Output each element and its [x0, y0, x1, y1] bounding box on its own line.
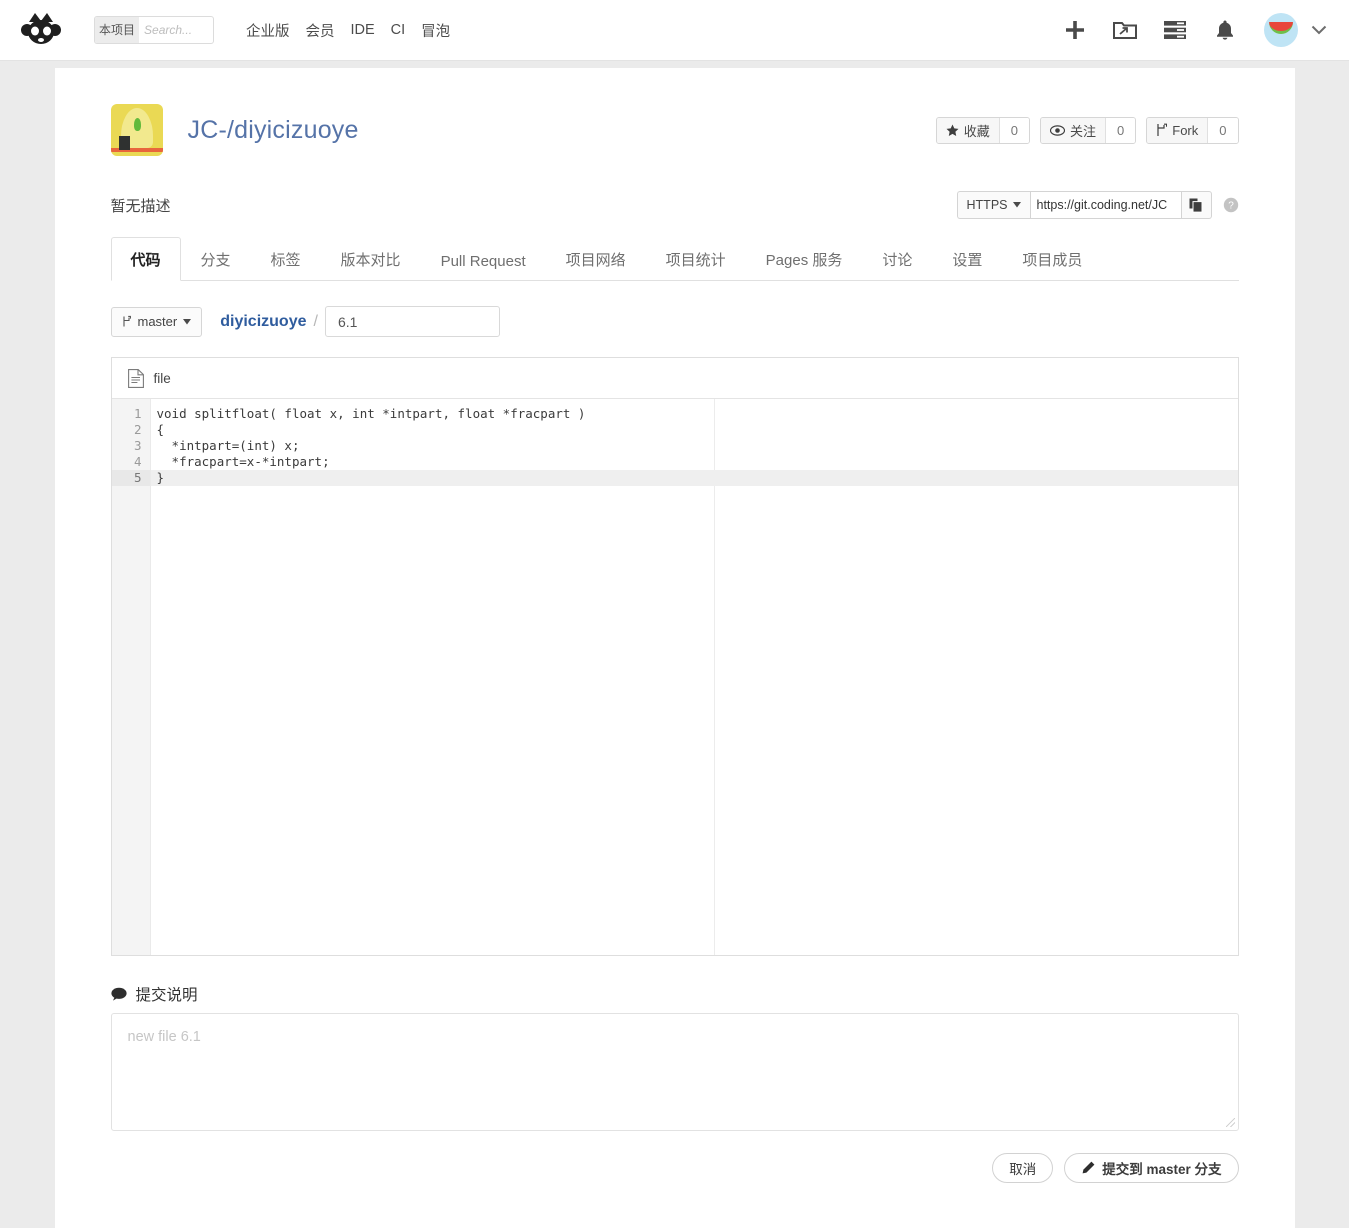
watch-label-text: 关注	[1070, 123, 1097, 139]
clone-url-input[interactable]: https://git.coding.net/JC	[1029, 191, 1182, 219]
watch-stat-label: 关注	[1041, 117, 1106, 143]
form-actions: 取消 提交到 master 分支	[111, 1153, 1239, 1213]
avatar-image	[1269, 22, 1293, 34]
line-number: 4	[133, 454, 142, 469]
pencil-icon	[1081, 1161, 1095, 1175]
tab-settings[interactable]: 设置	[932, 237, 1002, 281]
commit-message-label: 提交说明	[110, 983, 1239, 1005]
watch-stat[interactable]: 关注 0	[1040, 116, 1137, 144]
clone-widget: HTTPS https://git.coding.net/JC ?	[956, 191, 1239, 219]
line-number: 3	[133, 438, 142, 453]
tab-compare[interactable]: 版本对比	[321, 237, 421, 281]
project-header: JC-/diyicizuoye 收藏 0 关注 0 Fork 0	[110, 68, 1239, 156]
textarea-resize-handle[interactable]	[1225, 1118, 1235, 1127]
chevron-down-icon[interactable]	[1311, 24, 1327, 36]
breadcrumb-separator: /	[313, 312, 318, 330]
editor-tab-label[interactable]: file	[154, 371, 171, 386]
fork-label-text: Fork	[1172, 122, 1199, 138]
search-scope-badge: 本项目	[95, 17, 140, 43]
code-area[interactable]: 1 2 3 4 5 void splitfloat( float x, int …	[111, 399, 1238, 955]
file-document-icon	[127, 368, 144, 388]
commit-message-placeholder: new file 6.1	[127, 1029, 201, 1045]
code-line: *fracpart=x-*intpart;	[156, 454, 330, 469]
watch-count: 0	[1105, 117, 1136, 143]
clone-protocol-select[interactable]: HTTPS	[956, 191, 1030, 219]
tab-branches[interactable]: 分支	[181, 237, 251, 281]
eye-icon	[1050, 124, 1066, 136]
tab-network[interactable]: 项目网络	[546, 237, 646, 281]
task-list-icon[interactable]	[1156, 11, 1194, 49]
code-line: }	[150, 470, 1238, 486]
line-number-gutter: 1 2 3 4 5	[111, 399, 151, 955]
user-avatar-watermelon[interactable]	[1264, 13, 1298, 47]
page-title[interactable]: JC-/diyicizuoye	[188, 116, 359, 145]
fork-count: 0	[1207, 117, 1238, 143]
project-avatar[interactable]	[110, 104, 163, 156]
chevron-down-icon	[183, 318, 192, 325]
line-number: 1	[133, 406, 142, 421]
code-line: void splitfloat( float x, int *intpart, …	[156, 406, 586, 421]
star-stat-label: 收藏	[936, 117, 999, 143]
top-navbar: 本项目 Search... 企业版 会员 IDE CI 冒泡	[0, 0, 1349, 61]
project-stats: 收藏 0 关注 0 Fork 0	[926, 116, 1239, 144]
branch-selector[interactable]: master	[110, 306, 203, 337]
breadcrumb: master diyicizuoye / 6.1	[110, 306, 1239, 337]
project-folder-icon[interactable]	[1106, 11, 1144, 49]
star-icon	[946, 124, 959, 137]
star-count: 0	[998, 117, 1030, 143]
search-placeholder: Search...	[144, 23, 193, 37]
line-number: 2	[133, 422, 142, 437]
coding-mascot-logo[interactable]	[18, 10, 64, 50]
nav-ide[interactable]: IDE	[343, 22, 383, 38]
code-editor: file 1 2 3 4 5 void splitfloat( float x,…	[110, 357, 1239, 956]
clone-protocol-label: HTTPS	[966, 198, 1008, 212]
nav-enterprise[interactable]: 企业版	[238, 20, 298, 41]
tab-pages-service[interactable]: Pages 服务	[746, 237, 863, 281]
breadcrumb-repo-link[interactable]: diyicizuoye	[220, 313, 306, 331]
chevron-down-icon	[1012, 202, 1021, 208]
tab-tags[interactable]: 标签	[251, 237, 321, 281]
notification-bell-icon[interactable]	[1206, 11, 1244, 49]
nav-ci[interactable]: CI	[383, 22, 414, 38]
commit-message-label-text: 提交说明	[135, 987, 198, 1004]
nav-bubble[interactable]: 冒泡	[413, 20, 458, 41]
editor-tabbar: file	[111, 358, 1238, 399]
tab-pull-request[interactable]: Pull Request	[421, 241, 546, 281]
commit-button-label: 提交到 master 分支	[1102, 1162, 1222, 1177]
star-label-text: 收藏	[963, 123, 990, 139]
search-input[interactable]: 本项目 Search...	[94, 16, 214, 44]
description-row: 暂无描述 HTTPS https://git.coding.net/JC ?	[111, 190, 1239, 220]
fork-stat[interactable]: Fork 0	[1146, 116, 1239, 144]
fork-stat-label: Fork	[1147, 117, 1208, 143]
commit-message-textarea[interactable]: new file 6.1	[110, 1013, 1239, 1131]
code-line: *intpart=(int) x;	[156, 438, 300, 453]
nav-member[interactable]: 会员	[298, 20, 343, 41]
project-description: 暂无描述	[110, 197, 171, 215]
svg-text:?: ?	[1228, 201, 1234, 212]
cancel-button[interactable]: 取消	[992, 1153, 1054, 1183]
copy-icon[interactable]	[1181, 191, 1212, 219]
plus-icon[interactable]	[1056, 11, 1094, 49]
commit-button[interactable]: 提交到 master 分支	[1064, 1153, 1239, 1183]
question-circle-icon[interactable]: ?	[1223, 197, 1239, 213]
tab-members[interactable]: 项目成员	[1002, 237, 1102, 281]
star-stat[interactable]: 收藏 0	[935, 116, 1031, 144]
branch-icon	[122, 315, 132, 328]
line-number: 5	[111, 470, 150, 486]
page-card: JC-/diyicizuoye 收藏 0 关注 0 Fork 0 暂无描述 HT…	[54, 68, 1295, 1228]
project-tabs: 代码 分支 标签 版本对比 Pull Request 项目网络 项目统计 Pag…	[110, 237, 1239, 281]
navbar-actions	[1044, 11, 1327, 49]
branch-name: master	[137, 314, 178, 329]
tab-discussion[interactable]: 讨论	[862, 237, 932, 281]
tab-code[interactable]: 代码	[110, 237, 181, 281]
code-line: {	[156, 422, 165, 437]
comment-bubble-icon	[110, 987, 127, 1001]
code-content[interactable]: void splitfloat( float x, int *intpart, …	[150, 399, 1238, 955]
primary-nav: 企业版 会员 IDE CI 冒泡	[238, 20, 458, 41]
filename-input[interactable]: 6.1	[324, 306, 500, 337]
tab-statistics[interactable]: 项目统计	[646, 237, 746, 281]
fork-icon	[1156, 123, 1168, 137]
